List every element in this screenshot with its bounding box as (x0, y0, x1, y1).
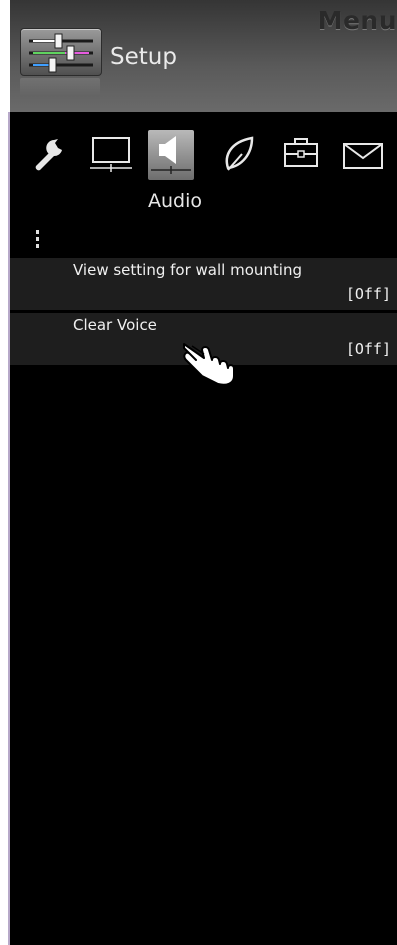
leaf-icon[interactable] (216, 130, 262, 180)
envelope-icon[interactable] (340, 130, 386, 180)
left-edge-accent (8, 112, 10, 945)
menu-header: Menu Setup (10, 0, 397, 112)
setting-label: View setting for wall mounting (73, 261, 302, 279)
category-icon-row (10, 130, 397, 190)
wrench-icon[interactable] (24, 130, 70, 180)
row-divider (10, 311, 397, 312)
setting-value: [Off] (345, 285, 391, 303)
menu-title: Menu (317, 6, 397, 35)
section-title: Setup (110, 44, 177, 70)
setting-row-wall-mounting[interactable]: View setting for wall mounting [Off] (10, 258, 397, 310)
speaker-icon[interactable] (148, 130, 194, 180)
selected-category-label: Audio (148, 190, 203, 212)
setting-label: Clear Voice (73, 316, 157, 334)
scroll-up-indicator (36, 230, 39, 251)
menu-screen: Menu Setup Audio View setting for wall m… (10, 0, 397, 945)
equalizer-sliders-icon[interactable] (20, 28, 102, 76)
toolbox-icon[interactable] (278, 130, 324, 180)
hand-pointer-icon (182, 336, 242, 386)
setting-value: [Off] (345, 340, 391, 358)
monitor-icon[interactable] (88, 130, 134, 180)
setup-icon-reflection (20, 78, 100, 96)
